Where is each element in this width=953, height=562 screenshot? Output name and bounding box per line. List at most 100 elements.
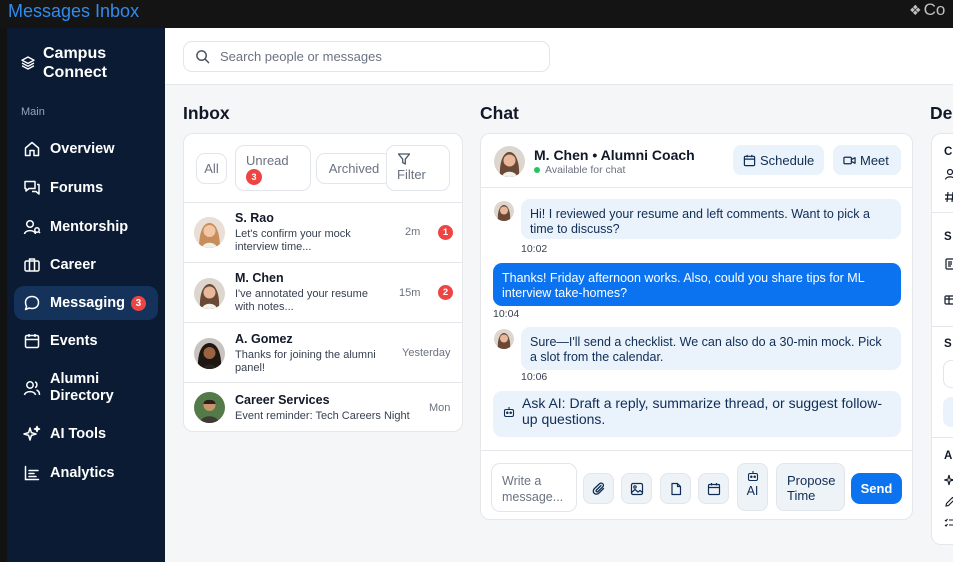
- mentor-icon: [23, 219, 41, 235]
- message-input[interactable]: Write a message...: [491, 463, 577, 512]
- details-action-button[interactable]: [943, 397, 953, 427]
- unread-badge: 2: [438, 285, 453, 300]
- conversation-preview: Thanks for joining the alumni panel!: [235, 349, 376, 374]
- filter-all-button[interactable]: All: [196, 153, 227, 184]
- home-icon: [24, 141, 40, 157]
- robot-icon: [747, 471, 758, 482]
- calendar-icon: [707, 482, 720, 495]
- image-icon: [630, 482, 643, 495]
- conversation-time: Mon: [429, 402, 451, 414]
- sidebar-item-label: AI Tools: [50, 426, 107, 442]
- chat-icon: [24, 295, 40, 311]
- calendar-button[interactable]: [698, 473, 729, 504]
- document-icon: [945, 258, 953, 270]
- conversation-row-m-chen[interactable]: M. Chen I've annotated your resume with …: [184, 262, 462, 322]
- brand[interactable]: Campus Connect: [20, 44, 143, 82]
- ai-suggestion-bar[interactable]: Ask AI: Draft a reply, summarize thread,…: [493, 391, 901, 437]
- sidebar-item-analytics[interactable]: Analytics: [14, 456, 158, 490]
- search-bar: [165, 28, 953, 85]
- meet-button[interactable]: Meet: [833, 145, 901, 175]
- attach-button[interactable]: [583, 473, 614, 504]
- conversation-row-s-rao[interactable]: S. Rao Let's confirm your mock interview…: [184, 202, 462, 262]
- file-icon: [670, 482, 681, 495]
- sparkle-icon: [944, 474, 953, 486]
- search-input[interactable]: [220, 49, 520, 64]
- unread-count-badge: 3: [246, 169, 262, 185]
- sidebar-item-ai-tools[interactable]: AI Tools: [14, 417, 158, 451]
- sidebar-item-messaging[interactable]: Messaging 3: [14, 286, 158, 320]
- chat-title: Chat: [480, 103, 519, 123]
- sidebar-item-overview[interactable]: Overview: [14, 132, 158, 166]
- figma-icon: ❖: [909, 2, 922, 18]
- details-input[interactable]: [943, 360, 953, 388]
- divider: [932, 437, 953, 438]
- sidebar-item-label: Career: [50, 257, 96, 273]
- filter-button[interactable]: Filter: [386, 145, 450, 191]
- paperclip-icon: [592, 482, 604, 495]
- sidebar-item-label: Forums: [50, 180, 104, 196]
- sidebar-item-career[interactable]: Career: [14, 248, 158, 282]
- person-icon: [944, 168, 953, 180]
- sidebar-item-label: Messaging: [50, 295, 125, 311]
- inbox-panel: All Unread 3 Archived Filter S. Rao Let'…: [183, 133, 463, 432]
- schedule-label: Schedule: [760, 152, 815, 168]
- conversation-preview: Event reminder: Tech Careers Night: [235, 410, 410, 422]
- sidebar-item-forums[interactable]: Forums: [14, 171, 158, 205]
- sidebar: Campus Connect Main Overview Forums Ment…: [7, 28, 165, 562]
- sidebar-item-label: Analytics: [50, 465, 115, 481]
- filter-archived-label: Archived: [328, 161, 380, 176]
- conversation-row-career-services[interactable]: Career Services Event reminder: Tech Car…: [184, 382, 462, 431]
- message-bubble-incoming: Sure—I'll send a checklist. We can also …: [521, 327, 901, 370]
- section-label-main: Main: [21, 106, 45, 118]
- filter-label: Filter: [397, 167, 426, 182]
- briefcase-icon: [24, 258, 40, 272]
- meet-label: Meet: [860, 152, 889, 168]
- window-right-text: Co: [923, 0, 946, 19]
- chat-header: M. Chen • Alumni Coach Available for cha…: [481, 134, 912, 188]
- calendar-icon: [743, 154, 756, 166]
- ai-assist-button[interactable]: AI: [737, 463, 768, 511]
- chat-panel: M. Chen • Alumni Coach Available for cha…: [480, 133, 913, 520]
- conversation-time: 2m: [405, 226, 421, 238]
- sidebar-item-label: Events: [50, 333, 98, 349]
- contact-name: M. Chen • Alumni Coach: [534, 147, 695, 163]
- avatar: [194, 278, 225, 309]
- pencil-icon: [945, 496, 953, 507]
- brand-name: Campus Connect: [43, 45, 107, 81]
- contact-status-text: Available for chat: [545, 164, 626, 176]
- hash-icon: [945, 191, 953, 203]
- funnel-icon: [397, 153, 411, 165]
- details-section-label: S: [944, 338, 952, 350]
- sidebar-item-mentorship[interactable]: Mentorship: [14, 210, 158, 244]
- propose-time-button[interactable]: Propose Time: [776, 463, 845, 511]
- search-box[interactable]: [183, 41, 550, 72]
- conversation-time: 15m: [399, 287, 421, 299]
- conversation-name: A. Gomez: [235, 332, 293, 346]
- ai-assist-label: AI: [746, 484, 759, 498]
- sparkle-icon: [23, 425, 41, 441]
- details-section-label: S: [944, 231, 952, 243]
- ai-suggestion-text: Ask AI: Draft a reply, summarize thread,…: [522, 395, 882, 427]
- schedule-button[interactable]: Schedule: [733, 145, 825, 175]
- avatar: [194, 217, 225, 248]
- image-button[interactable]: [621, 473, 652, 504]
- conversation-time: Yesterday: [402, 347, 451, 359]
- online-dot: [534, 167, 540, 173]
- file-button[interactable]: [660, 473, 691, 504]
- filter-archived-button[interactable]: Archived: [316, 153, 392, 184]
- messaging-count-badge: 3: [130, 295, 146, 311]
- message-avatar: [494, 201, 514, 221]
- sidebar-item-events[interactable]: Events: [14, 324, 158, 358]
- sidebar-item-alumni-directory[interactable]: Alumni Directory: [14, 371, 158, 405]
- conversation-row-a-gomez[interactable]: A. Gomez Thanks for joining the alumni p…: [184, 322, 462, 382]
- message-composer: Write a message... AI Propose Time Send: [481, 450, 912, 519]
- send-button[interactable]: Send: [851, 473, 902, 504]
- contact-avatar: [494, 146, 525, 177]
- conversation-preview: I've annotated your resume with notes...: [235, 288, 368, 313]
- robot-icon: [503, 407, 515, 418]
- filter-unread-label: Unread: [246, 153, 289, 168]
- filter-unread-button[interactable]: Unread 3: [235, 145, 311, 191]
- calendar-icon: [24, 334, 40, 349]
- sidebar-item-label: Alumni Directory: [50, 371, 114, 404]
- main-area: Inbox All Unread 3 Archived Filter S. Ra…: [165, 28, 953, 562]
